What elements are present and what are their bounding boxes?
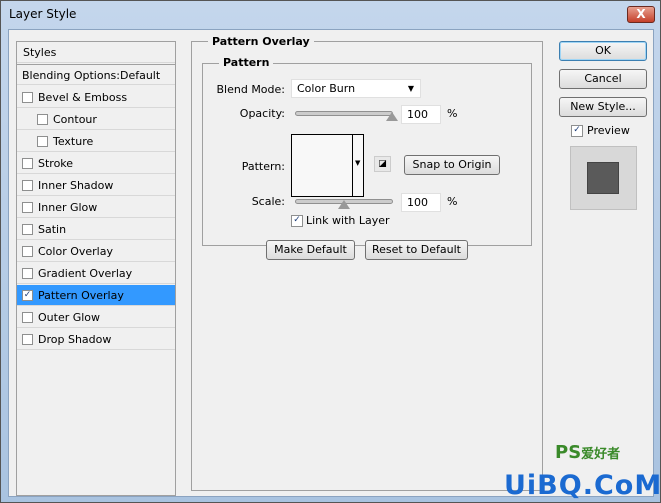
- link-with-layer-checkbox[interactable]: ✓: [291, 215, 303, 227]
- style-item-inner-shadow[interactable]: Inner Shadow: [17, 175, 175, 196]
- opacity-slider-thumb[interactable]: [386, 112, 398, 121]
- blending-options[interactable]: Blending Options:Default: [17, 64, 175, 85]
- style-item-label: Inner Glow: [38, 201, 98, 214]
- style-item-label: Outer Glow: [38, 311, 101, 324]
- chevron-down-icon: ▼: [407, 84, 414, 93]
- style-item-inner-glow[interactable]: Inner Glow: [17, 197, 175, 218]
- style-item-label: Drop Shadow: [38, 333, 112, 346]
- snap-to-origin-button[interactable]: Snap to Origin: [404, 155, 500, 175]
- new-style-button[interactable]: New Style...: [559, 97, 647, 117]
- pattern-group: Pattern Blend Mode: Color Burn ▼ Opacity:…: [202, 56, 532, 246]
- preview-checkbox[interactable]: ✓: [571, 125, 583, 137]
- style-item-label: Pattern Overlay: [38, 289, 124, 302]
- style-checkbox[interactable]: [22, 246, 33, 257]
- opacity-slider[interactable]: [295, 111, 393, 116]
- style-item-texture[interactable]: Texture: [17, 131, 175, 152]
- opacity-unit: %: [447, 107, 458, 120]
- style-checkbox[interactable]: [22, 224, 33, 235]
- blend-mode-value: Color Burn: [297, 82, 356, 95]
- styles-list: Styles Blending Options:Default Bevel & …: [16, 41, 176, 496]
- style-item-contour[interactable]: Contour: [17, 109, 175, 130]
- style-checkbox[interactable]: [22, 312, 33, 323]
- style-preview: [570, 146, 637, 210]
- scale-unit: %: [447, 195, 458, 208]
- style-checkbox[interactable]: [37, 114, 48, 125]
- style-checkbox[interactable]: [22, 92, 33, 103]
- window-title: Layer Style: [9, 7, 77, 21]
- style-checkbox[interactable]: [22, 180, 33, 191]
- style-item-label: Bevel & Emboss: [38, 91, 128, 104]
- close-button[interactable]: X: [627, 6, 655, 23]
- preview-label: Preview: [587, 124, 630, 137]
- group-title: Pattern: [219, 56, 274, 69]
- style-item-label: Inner Shadow: [38, 179, 114, 192]
- style-checkbox[interactable]: [22, 268, 33, 279]
- make-default-button[interactable]: Make Default: [266, 240, 355, 260]
- ok-button[interactable]: OK: [559, 41, 647, 61]
- style-item-outer-glow[interactable]: Outer Glow: [17, 307, 175, 328]
- blend-mode-select[interactable]: Color Burn ▼: [291, 79, 421, 98]
- pattern-picker[interactable]: ▼: [291, 134, 364, 197]
- style-checkbox[interactable]: [37, 136, 48, 147]
- style-checkbox[interactable]: [22, 158, 33, 169]
- link-with-layer-label: Link with Layer: [306, 214, 390, 227]
- opacity-label: Opacity:: [239, 107, 285, 120]
- blend-mode-label: Blend Mode:: [216, 83, 286, 96]
- panel-title: Pattern Overlay: [208, 35, 314, 48]
- style-item-label: Color Overlay: [38, 245, 113, 258]
- style-item-label: Texture: [53, 135, 94, 148]
- pattern-label: Pattern:: [241, 160, 285, 173]
- style-item-drop-shadow[interactable]: Drop Shadow: [17, 329, 175, 350]
- pattern-overlay-panel: Pattern Overlay Pattern Blend Mode: Colo…: [191, 35, 543, 491]
- new-preset-icon[interactable]: ◪: [374, 156, 391, 172]
- styles-header[interactable]: Styles: [17, 42, 175, 63]
- reset-to-default-button[interactable]: Reset to Default: [365, 240, 468, 260]
- chevron-down-icon: ▼: [355, 159, 361, 167]
- scale-slider-thumb[interactable]: [338, 200, 350, 209]
- dialog-client: Styles Blending Options:Default Bevel & …: [8, 29, 661, 501]
- style-checkbox[interactable]: [22, 334, 33, 345]
- style-item-stroke[interactable]: Stroke: [17, 153, 175, 174]
- style-item-color-overlay[interactable]: Color Overlay: [17, 241, 175, 262]
- layer-style-dialog: Layer Style X Styles Blending Options:De…: [0, 0, 661, 503]
- style-item-label: Gradient Overlay: [38, 267, 133, 280]
- style-checkbox[interactable]: [22, 202, 33, 213]
- style-item-label: Stroke: [38, 157, 74, 170]
- opacity-input[interactable]: 100: [401, 105, 441, 124]
- style-item-gradient-overlay[interactable]: Gradient Overlay: [17, 263, 175, 284]
- style-item-bevel-emboss[interactable]: Bevel & Emboss: [17, 87, 175, 108]
- scale-label: Scale:: [251, 195, 285, 208]
- cancel-button[interactable]: Cancel: [559, 69, 647, 89]
- style-checkbox[interactable]: ✓: [22, 290, 33, 301]
- style-item-label: Satin: [38, 223, 67, 236]
- style-item-label: Contour: [53, 113, 97, 126]
- style-item-pattern-overlay[interactable]: ✓ Pattern Overlay: [17, 285, 175, 306]
- watermark-logo: PS爱好者: [555, 442, 621, 463]
- scale-input[interactable]: 100: [401, 193, 441, 212]
- style-item-satin[interactable]: Satin: [17, 219, 175, 240]
- watermark-text: UiBQ.CoM: [504, 470, 661, 501]
